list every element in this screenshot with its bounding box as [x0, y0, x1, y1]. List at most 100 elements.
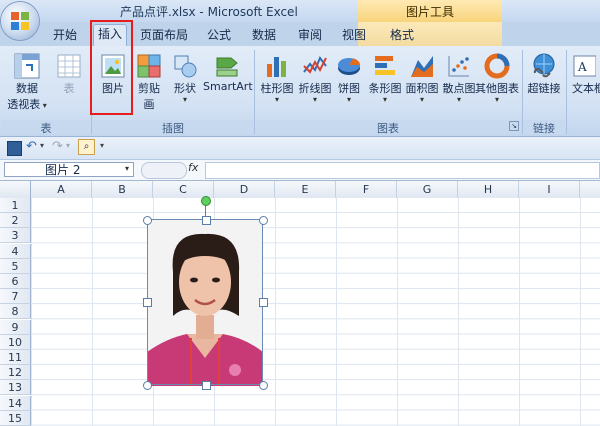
textbox-button[interactable]: A 文本框: [572, 52, 600, 96]
scatter-chart-icon: [448, 56, 469, 77]
area-chart-icon: [411, 56, 433, 77]
line-chart-icon: [303, 56, 327, 74]
column-header-f[interactable]: F: [336, 181, 397, 198]
pivot-label-line2: 透视表: [7, 98, 41, 111]
other-charts-label: 其他图表: [475, 82, 519, 95]
undo-icon[interactable]: ↶: [26, 139, 37, 154]
table-icon: [57, 54, 81, 78]
textbox-icon: A: [573, 55, 596, 77]
group-label-illustrations: 插图: [93, 120, 253, 135]
table-button[interactable]: 表: [54, 52, 84, 96]
shapes-icon: [174, 55, 197, 78]
column-header-e[interactable]: E: [275, 181, 336, 198]
pie-chart-icon: [338, 58, 361, 75]
clipart-button[interactable]: 剪贴画: [133, 52, 165, 112]
row-header-9[interactable]: 9: [0, 319, 31, 335]
pie-chart-button[interactable]: 饼图 ▾: [334, 52, 364, 104]
smartart-label: SmartArt: [203, 80, 253, 93]
row-header-3[interactable]: 3: [0, 228, 31, 244]
tab-format[interactable]: 格式: [385, 26, 419, 44]
print-preview-icon[interactable]: ⌕: [78, 139, 95, 155]
pivot-label-line1: 数据: [16, 82, 38, 95]
row-header-13[interactable]: 13: [0, 380, 31, 396]
smartart-button[interactable]: SmartArt: [203, 52, 253, 93]
row-header-15[interactable]: 15: [0, 410, 31, 426]
shapes-button[interactable]: 形状 ▾: [170, 52, 200, 104]
group-label-links: 链接: [523, 120, 565, 135]
column-header-g[interactable]: G: [397, 181, 458, 198]
row-header-10[interactable]: 10: [0, 334, 31, 350]
insert-function-icon[interactable]: fx: [188, 161, 204, 177]
save-icon[interactable]: [7, 141, 22, 156]
tab-review[interactable]: 审阅: [293, 26, 327, 44]
hyperlink-button[interactable]: 超链接: [525, 52, 563, 96]
format-tab-band: [358, 22, 502, 46]
name-box[interactable]: 图片 2: [4, 162, 134, 177]
tab-view[interactable]: 视图: [337, 26, 371, 44]
rotation-handle[interactable]: [201, 196, 211, 206]
row-header-7[interactable]: 7: [0, 289, 31, 305]
other-charts-button[interactable]: 其他图表 ▾: [475, 52, 519, 104]
pie-chart-label: 饼图: [338, 82, 360, 95]
worksheet-grid[interactable]: [31, 198, 600, 426]
tab-data[interactable]: 数据: [247, 26, 281, 44]
bar-chart-button[interactable]: 条形图 ▾: [366, 52, 404, 104]
office-button[interactable]: [1, 2, 39, 40]
hyperlink-label: 超链接: [527, 82, 561, 95]
shapes-label: 形状: [174, 82, 196, 95]
customize-qat-icon[interactable]: ▾: [100, 141, 104, 150]
area-chart-label: 面积图: [405, 82, 439, 95]
row-header-4[interactable]: 4: [0, 243, 31, 259]
resize-handle-bottom-right[interactable]: [259, 381, 268, 390]
textbox-label: 文本框: [572, 82, 600, 95]
name-box-dropdown-icon[interactable]: ▾: [125, 164, 129, 173]
undo-dropdown-icon[interactable]: ▾: [40, 141, 44, 150]
resize-handle-top-right[interactable]: [259, 216, 268, 225]
select-all-corner[interactable]: [0, 181, 31, 198]
smartart-icon: [216, 57, 238, 77]
scatter-chart-button[interactable]: 散点图 ▾: [440, 52, 478, 104]
row-header-12[interactable]: 12: [0, 365, 31, 381]
pivot-table-button[interactable]: 数据 透视表 ▾: [6, 52, 48, 112]
pivot-table-icon: [14, 53, 40, 79]
row-header-11[interactable]: 11: [0, 350, 31, 365]
row-header-6[interactable]: 6: [0, 274, 31, 289]
ribbon-separator: [566, 50, 567, 134]
annotation-highlight-box: [90, 20, 133, 115]
line-chart-label: 折线图: [298, 82, 332, 95]
row-header-5[interactable]: 5: [0, 258, 31, 274]
tab-page-layout[interactable]: 页面布局: [137, 26, 191, 44]
charts-dialog-launcher-icon[interactable]: ↘: [509, 121, 519, 131]
column-header-d[interactable]: D: [214, 181, 275, 198]
resize-handle-bottom-left[interactable]: [143, 381, 152, 390]
row-header-1[interactable]: 1: [0, 198, 31, 213]
column-header-h[interactable]: H: [458, 181, 519, 198]
picture-selection-frame: [147, 219, 263, 385]
column-chart-button[interactable]: 柱形图 ▾: [258, 52, 296, 104]
resize-handle-right[interactable]: [259, 298, 268, 307]
bar-chart-label: 条形图: [368, 82, 402, 95]
bar-chart-icon: [375, 56, 395, 75]
row-header-8[interactable]: 8: [0, 304, 31, 320]
row-header-14[interactable]: 14: [0, 395, 31, 411]
ribbon-separator: [254, 50, 255, 134]
tab-formulas[interactable]: 公式: [202, 26, 236, 44]
resize-handle-left[interactable]: [143, 298, 152, 307]
formula-bar-resize-handle[interactable]: [141, 162, 187, 179]
column-header-b[interactable]: B: [92, 181, 153, 198]
resize-handle-top-left[interactable]: [143, 216, 152, 225]
line-chart-button[interactable]: 折线图 ▾: [296, 52, 334, 104]
column-header-i[interactable]: I: [519, 181, 580, 198]
resize-handle-bottom[interactable]: [202, 381, 211, 390]
tab-home[interactable]: 开始: [47, 26, 83, 44]
area-chart-button[interactable]: 面积图 ▾: [403, 52, 441, 104]
scatter-chart-label: 散点图: [442, 82, 476, 95]
redo-icon[interactable]: ↷: [52, 139, 63, 154]
redo-dropdown-icon[interactable]: ▾: [66, 141, 70, 150]
row-header-2[interactable]: 2: [0, 213, 31, 229]
resize-handle-top[interactable]: [202, 216, 211, 225]
column-header-a[interactable]: A: [31, 181, 92, 198]
other-charts-icon: [484, 53, 510, 79]
formula-input[interactable]: [205, 162, 600, 179]
clipart-label: 剪贴画: [138, 82, 160, 111]
